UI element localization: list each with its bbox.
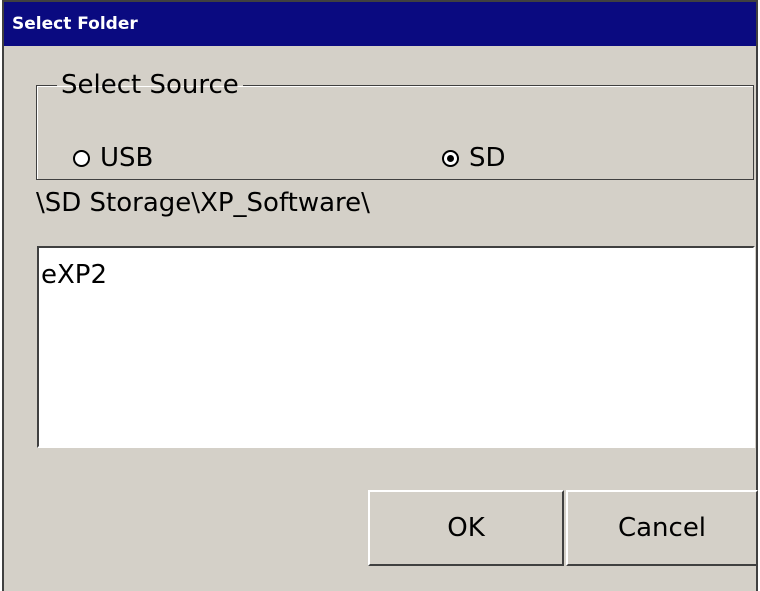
current-path-label: \SD Storage\XP_Software\: [36, 188, 370, 218]
radio-usb-indicator-icon: [73, 149, 90, 167]
list-item[interactable]: eXP2: [39, 248, 753, 290]
radio-sd-indicator-icon: [442, 149, 459, 167]
select-folder-dialog: Select Folder Select Source USB SD \SD S…: [2, 0, 758, 591]
radio-usb[interactable]: USB: [73, 143, 153, 173]
select-source-group: Select Source USB SD: [36, 72, 754, 180]
folder-listbox[interactable]: eXP2: [37, 246, 755, 448]
select-source-legend: Select Source: [61, 70, 239, 100]
cancel-button[interactable]: Cancel: [566, 490, 758, 566]
ok-button[interactable]: OK: [368, 490, 564, 566]
radio-sd-label: SD: [469, 143, 506, 173]
dialog-title: Select Folder: [4, 2, 756, 46]
radio-sd[interactable]: SD: [442, 143, 506, 173]
radio-usb-label: USB: [100, 143, 154, 173]
